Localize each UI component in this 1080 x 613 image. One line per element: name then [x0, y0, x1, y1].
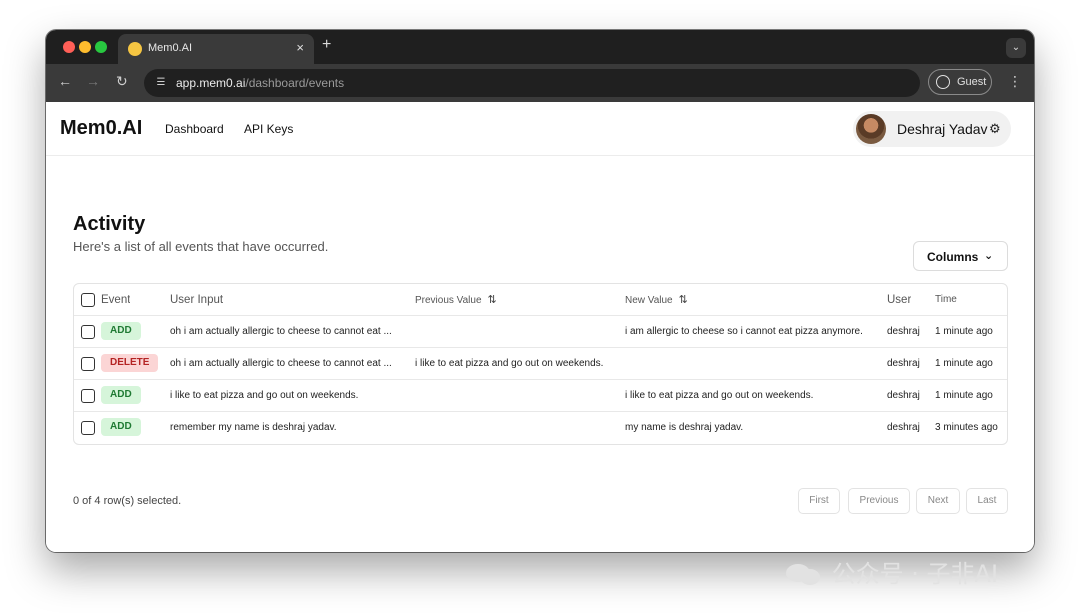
- header-time: Time: [935, 294, 957, 305]
- row-checkbox[interactable]: [81, 389, 95, 403]
- nav-api-keys[interactable]: API Keys: [244, 122, 293, 136]
- browser-tab[interactable]: Mem0.AI ×: [118, 34, 314, 64]
- user-input-cell: oh i am actually allergic to cheese to c…: [170, 326, 392, 337]
- header-event: Event: [101, 294, 131, 306]
- table-header-row: Event User Input Previous Value ⇅ New Val…: [74, 284, 1007, 316]
- user-cell: deshraj: [887, 422, 920, 433]
- previous-value-cell: [415, 316, 615, 348]
- previous-value-cell: [415, 380, 615, 412]
- user-cell: deshraj: [887, 326, 920, 337]
- browser-menu-icon[interactable]: ⋮: [1008, 73, 1022, 90]
- browser-window: Mem0.AI × + ⌄ ← → ↻ ☰ app.mem0.ai/dashbo…: [46, 30, 1034, 552]
- app-logo[interactable]: Mem0.AI: [60, 117, 142, 140]
- watermark: 公众号 · 子非AI: [784, 554, 998, 589]
- profile-icon: [936, 75, 950, 89]
- row-checkbox[interactable]: [81, 357, 95, 371]
- user-cell: deshraj: [887, 358, 920, 369]
- gear-icon[interactable]: ⚙: [989, 121, 1001, 137]
- guest-label: Guest: [957, 76, 987, 88]
- site-settings-icon[interactable]: ☰: [152, 75, 170, 91]
- tab-title: Mem0.AI: [148, 42, 193, 54]
- guest-profile-button[interactable]: Guest: [928, 69, 992, 95]
- table-row[interactable]: ADD remember my name is deshraj yadav. m…: [74, 412, 1007, 444]
- event-cell: ADD: [101, 412, 141, 444]
- watermark-text: 公众号 · 子非AI: [831, 560, 999, 588]
- user-menu[interactable]: Deshraj Yadav ⚙: [853, 111, 1011, 147]
- event-badge: ADD: [101, 418, 141, 437]
- page-subtitle: Here's a list of all events that have oc…: [73, 239, 329, 254]
- sort-icon[interactable]: ⇅: [488, 294, 497, 306]
- reload-icon[interactable]: ↻: [116, 73, 128, 90]
- previous-value-cell: [415, 412, 615, 444]
- event-badge: DELETE: [101, 354, 159, 373]
- header-previous-value[interactable]: Previous Value ⇅: [415, 284, 615, 316]
- time-cell: 3 minutes ago: [935, 422, 998, 433]
- back-arrow-icon[interactable]: ←: [58, 73, 72, 89]
- user-input-cell: oh i am actually allergic to cheese to c…: [170, 358, 392, 369]
- wechat-icon: [786, 564, 820, 585]
- event-badge: ADD: [101, 322, 141, 341]
- columns-label: Columns: [927, 250, 979, 264]
- app-header: Mem0.AI Dashboard API Keys Deshraj Yadav…: [46, 102, 1034, 156]
- columns-button[interactable]: Columns ⌄: [913, 241, 1008, 271]
- favicon-icon: [128, 42, 142, 56]
- event-cell: ADD: [101, 316, 141, 348]
- tab-search-chevron-icon[interactable]: ⌄: [1006, 38, 1026, 58]
- page-title: Activity: [73, 213, 146, 235]
- forward-arrow-icon[interactable]: →: [86, 73, 100, 89]
- user-input-cell: remember my name is deshraj yadav.: [170, 422, 337, 433]
- close-window-button[interactable]: [63, 41, 75, 53]
- select-all-checkbox[interactable]: [81, 293, 95, 307]
- browser-toolbar: ← → ↻ ☰ app.mem0.ai/dashboard/events Gue…: [46, 64, 1034, 102]
- address-bar[interactable]: ☰ app.mem0.ai/dashboard/events: [144, 69, 920, 97]
- new-tab-button[interactable]: +: [322, 36, 331, 54]
- maximize-window-button[interactable]: [95, 41, 107, 53]
- table-row[interactable]: ADD i like to eat pizza and go out on we…: [74, 380, 1007, 412]
- header-new-value[interactable]: New Value ⇅: [625, 284, 873, 316]
- previous-value-cell: i like to eat pizza and go out on weeken…: [415, 358, 604, 369]
- row-checkbox[interactable]: [81, 421, 95, 435]
- user-cell: deshraj: [887, 390, 920, 401]
- user-input-cell: i like to eat pizza and go out on weeken…: [170, 390, 359, 401]
- previous-page-button[interactable]: Previous: [848, 488, 910, 514]
- chevron-down-icon: ⌄: [984, 250, 994, 262]
- next-page-button[interactable]: Next: [916, 488, 960, 514]
- events-table: Event User Input Previous Value ⇅ New Val…: [73, 283, 1008, 445]
- app-page: Mem0.AI Dashboard API Keys Deshraj Yadav…: [46, 102, 1034, 552]
- event-cell: DELETE: [101, 348, 159, 380]
- minimize-window-button[interactable]: [79, 41, 91, 53]
- header-user-input: User Input: [170, 294, 224, 306]
- event-cell: ADD: [101, 380, 141, 412]
- new-value-cell: [625, 348, 873, 380]
- last-page-button[interactable]: Last: [966, 488, 1008, 514]
- first-page-button[interactable]: First: [798, 488, 840, 514]
- row-checkbox[interactable]: [81, 325, 95, 339]
- sort-icon[interactable]: ⇅: [679, 294, 688, 306]
- selection-count: 0 of 4 row(s) selected.: [73, 495, 182, 507]
- header-user: User: [887, 294, 912, 306]
- url-text[interactable]: app.mem0.ai/dashboard/events: [176, 76, 344, 90]
- nav-dashboard[interactable]: Dashboard: [165, 122, 224, 136]
- tab-strip: Mem0.AI × + ⌄: [46, 30, 1034, 64]
- new-value-cell: i like to eat pizza and go out on weeken…: [625, 390, 814, 401]
- table-row[interactable]: DELETE oh i am actually allergic to chee…: [74, 348, 1007, 380]
- event-badge: ADD: [101, 386, 141, 405]
- time-cell: 1 minute ago: [935, 326, 993, 337]
- tab-close-icon[interactable]: ×: [296, 40, 304, 55]
- table-row[interactable]: ADD oh i am actually allergic to cheese …: [74, 316, 1007, 348]
- new-value-cell: i am allergic to cheese so i cannot eat …: [625, 326, 863, 337]
- time-cell: 1 minute ago: [935, 358, 993, 369]
- new-value-cell: my name is deshraj yadav.: [625, 422, 744, 433]
- time-cell: 1 minute ago: [935, 390, 993, 401]
- avatar: [856, 114, 886, 144]
- user-name: Deshraj Yadav: [897, 121, 988, 137]
